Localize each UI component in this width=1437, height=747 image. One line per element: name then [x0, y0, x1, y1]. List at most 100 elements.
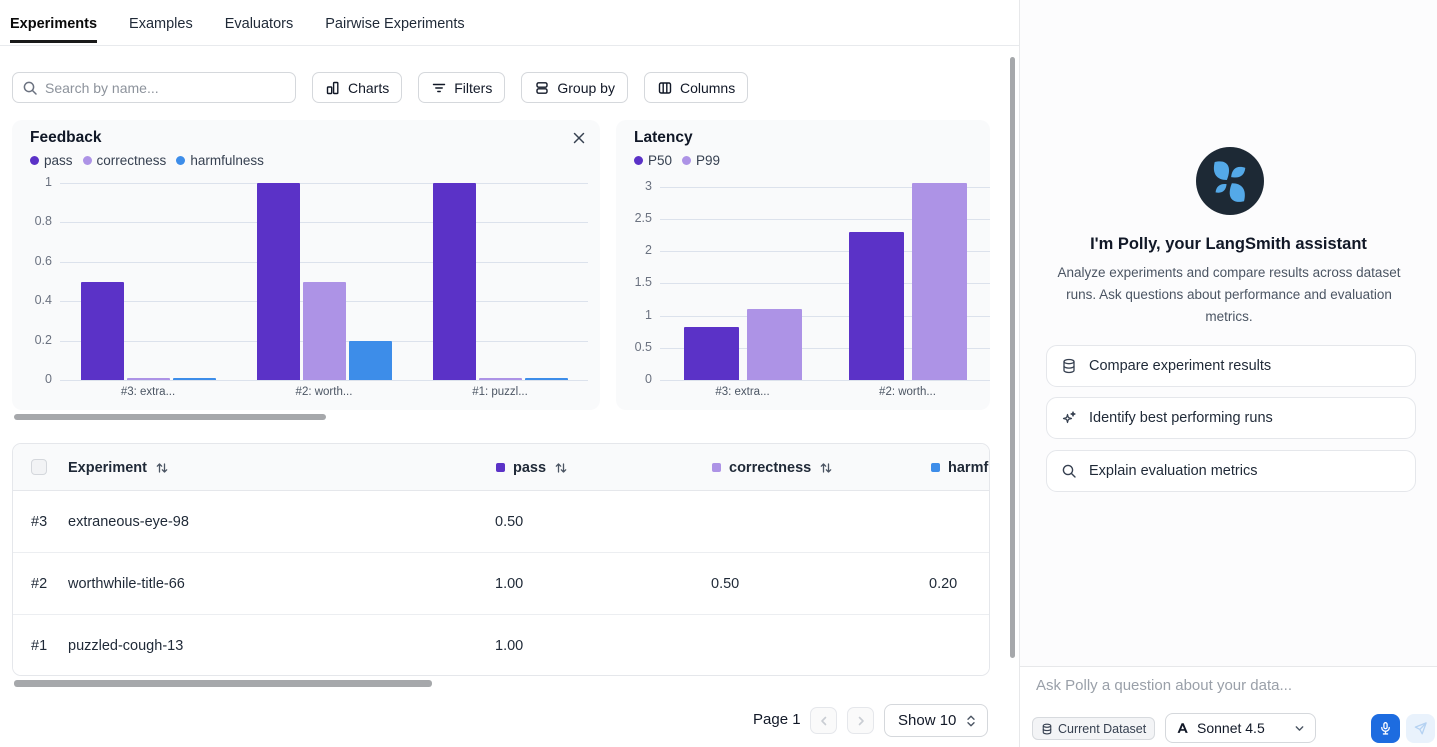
sort-icon[interactable] — [819, 461, 833, 475]
correctness-value: 0.50 — [711, 576, 739, 592]
chevron-down-icon — [1294, 723, 1305, 734]
pass-value: 1.00 — [495, 638, 523, 654]
page-size-select[interactable]: Show 10 — [884, 704, 988, 737]
suggestion-best-performing-runs[interactable]: Identify best performing runs — [1046, 397, 1416, 439]
previous-page-button[interactable] — [810, 707, 837, 734]
chevron-right-icon — [855, 715, 867, 727]
page-label: Page 1 — [753, 711, 801, 728]
p99-dot — [682, 156, 691, 165]
chevron-up-down-icon — [965, 714, 977, 728]
microphone-icon — [1378, 721, 1393, 736]
column-label: correctness — [729, 460, 811, 476]
chevron-left-icon — [818, 715, 830, 727]
experiments-table: Experiment pass correctness harmfulness … — [12, 443, 990, 676]
chart-bar-correctness — [127, 378, 170, 380]
harmfulness-color-square — [931, 463, 940, 472]
gridline — [660, 380, 990, 381]
column-header-harmfulness[interactable]: harmfulness — [931, 444, 990, 491]
chart-bar-harmfulness — [173, 378, 216, 380]
microphone-button[interactable] — [1371, 714, 1400, 743]
gridline — [60, 262, 588, 263]
column-header-correctness[interactable]: correctness — [712, 444, 833, 491]
tab-examples[interactable]: Examples — [129, 3, 193, 43]
correctness-dot — [83, 156, 92, 165]
y-axis-tick: 2 — [612, 243, 652, 257]
legend-item-p50: P50 — [634, 153, 672, 168]
y-axis-tick: 0.8 — [12, 214, 52, 228]
chart-bar-pass — [81, 282, 124, 381]
charts-horizontal-scrollbar[interactable] — [14, 414, 326, 420]
assistant-input-area: Current Dataset Sonnet 4.5 — [1020, 666, 1437, 747]
polly-avatar — [1196, 147, 1264, 215]
filters-button[interactable]: Filters — [418, 72, 505, 103]
legend-label: correctness — [97, 153, 167, 168]
y-axis-tick: 3 — [612, 179, 652, 193]
chart-bar-P50 — [849, 232, 904, 380]
y-axis-tick: 0 — [612, 372, 652, 386]
columns-button[interactable]: Columns — [644, 72, 748, 103]
legend-item-harmfulness: harmfulness — [176, 153, 264, 168]
tab-evaluators[interactable]: Evaluators — [225, 3, 294, 43]
chart-bar-P50 — [684, 327, 739, 381]
feedback-plot-area: 10.80.60.40.20#3: extra...#2: worth...#1… — [60, 183, 588, 380]
column-header-pass[interactable]: pass — [496, 444, 568, 491]
assistant-question-input[interactable] — [1036, 677, 1416, 694]
tab-experiments[interactable]: Experiments — [10, 3, 97, 43]
experiment-number: #3 — [31, 514, 47, 530]
group-by-button-label: Group by — [557, 80, 615, 96]
page-size-label: Show 10 — [898, 712, 956, 729]
feedback-chart-panel: Feedback pass correctness harmfulness 10… — [12, 120, 600, 410]
suggestion-explain-metrics[interactable]: Explain evaluation metrics — [1046, 450, 1416, 492]
dataset-chip-label: Current Dataset — [1058, 722, 1146, 736]
y-axis-tick: 1 — [612, 308, 652, 322]
chart-bar-pass — [257, 183, 300, 380]
latency-chart-panel: Latency P50 P99 32.521.510.50#3: extra..… — [616, 120, 990, 410]
p50-dot — [634, 156, 643, 165]
model-label: Sonnet 4.5 — [1197, 720, 1265, 736]
search-input[interactable] — [45, 80, 275, 96]
y-axis-tick: 0 — [12, 372, 52, 386]
send-button[interactable] — [1406, 714, 1435, 743]
legend-label: P99 — [696, 153, 720, 168]
y-axis-tick: 1 — [12, 175, 52, 189]
main-content: Experiments Examples Evaluators Pairwise… — [0, 0, 1019, 747]
y-axis-tick: 0.6 — [12, 254, 52, 268]
sort-icon[interactable] — [554, 461, 568, 475]
current-dataset-chip[interactable]: Current Dataset — [1032, 717, 1155, 740]
charts-button[interactable]: Charts — [312, 72, 402, 103]
sort-icon[interactable] — [155, 461, 169, 475]
x-axis-label: #1: puzzl... — [440, 386, 560, 398]
gridline — [60, 183, 588, 184]
harmfulness-value: 0.20 — [929, 576, 957, 592]
chart-bar-pass — [433, 183, 476, 380]
y-axis-tick: 0.5 — [612, 340, 652, 354]
tab-pairwise-experiments[interactable]: Pairwise Experiments — [325, 3, 464, 43]
next-page-button[interactable] — [847, 707, 874, 734]
group-by-button[interactable]: Group by — [521, 72, 628, 103]
gridline — [60, 380, 588, 381]
table-row[interactable]: #1 puzzled-cough-13 1.00 — [13, 615, 989, 676]
suggestion-label: Explain evaluation metrics — [1089, 463, 1257, 479]
pagination: Page 1 Show 10 — [0, 700, 1000, 740]
legend-label: P50 — [648, 153, 672, 168]
gridline — [60, 222, 588, 223]
x-axis-label: #3: extra... — [88, 386, 208, 398]
column-label: Experiment — [68, 460, 147, 476]
chart-bar-correctness — [479, 378, 522, 380]
select-all-checkbox[interactable] — [31, 459, 47, 475]
table-row[interactable]: #2 worthwhile-title-66 1.00 0.50 0.20 — [13, 553, 989, 615]
close-icon[interactable] — [568, 128, 590, 150]
suggestion-compare-experiments[interactable]: Compare experiment results — [1046, 345, 1416, 387]
columns-button-label: Columns — [680, 80, 735, 96]
correctness-color-square — [712, 463, 721, 472]
legend-label: harmfulness — [190, 153, 264, 168]
column-header-experiment[interactable]: Experiment — [68, 444, 169, 491]
search-box[interactable] — [12, 72, 296, 103]
table-horizontal-scrollbar[interactable] — [14, 680, 432, 687]
latency-plot-area: 32.521.510.50#3: extra...#2: worth... — [660, 180, 990, 380]
y-axis-tick: 0.4 — [12, 293, 52, 307]
vertical-scrollbar[interactable] — [1010, 57, 1015, 658]
chart-bar-P99 — [747, 309, 802, 380]
model-selector[interactable]: Sonnet 4.5 — [1165, 713, 1316, 743]
table-row[interactable]: #3 extraneous-eye-98 0.50 — [13, 491, 989, 553]
